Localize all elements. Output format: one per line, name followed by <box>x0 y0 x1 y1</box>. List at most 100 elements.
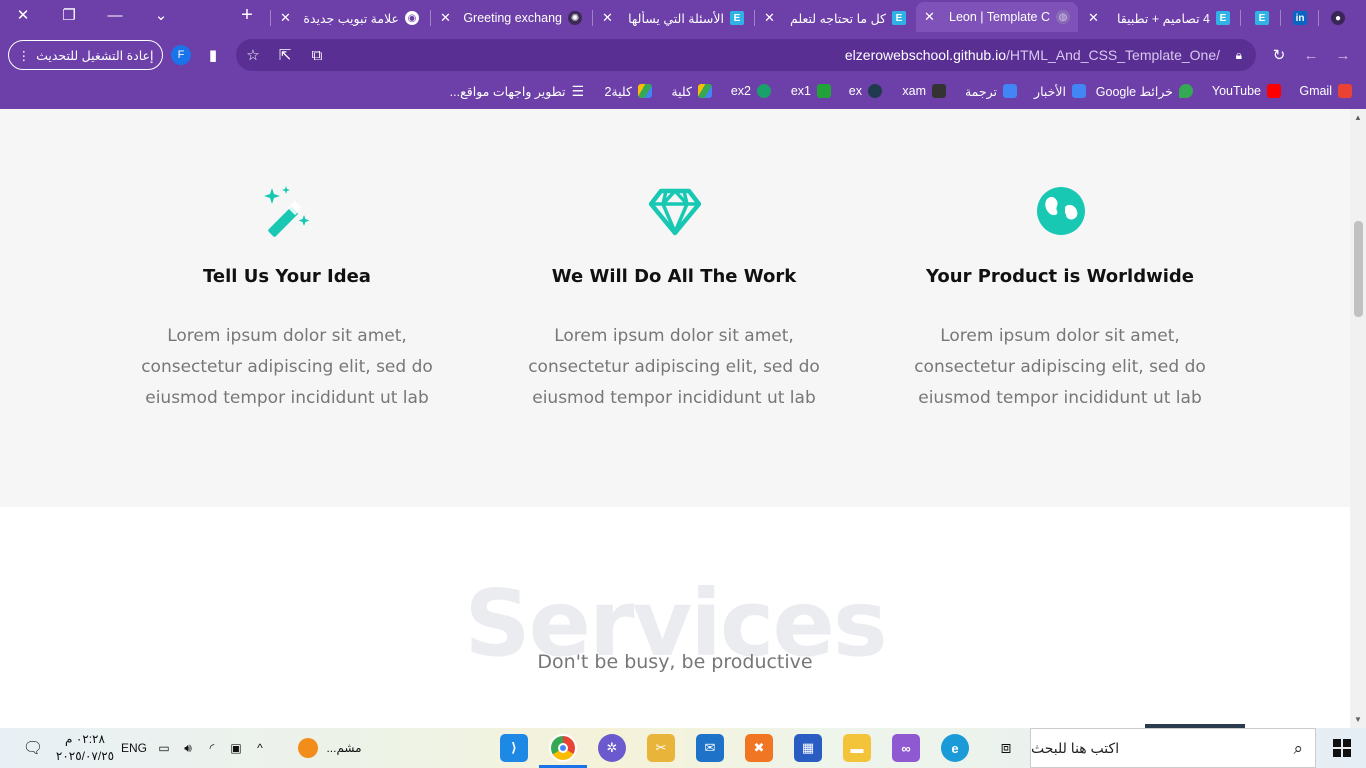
lock-icon[interactable]: 🔒︎ <box>1236 48 1242 63</box>
elzero-icon: E <box>730 11 744 25</box>
translate-icon <box>1003 84 1017 98</box>
services-subtitle: Don't be busy, be productive <box>537 651 813 673</box>
bookmark-youtube[interactable]: YouTube <box>1212 82 1281 100</box>
back-arrow-icon[interactable]: ← <box>1300 44 1322 66</box>
weather-widget[interactable]: مشم... <box>292 728 368 768</box>
ex2-icon <box>757 84 771 98</box>
xam-icon <box>932 84 946 98</box>
side-panel-icon[interactable]: ▮ <box>202 44 224 66</box>
microsoft-store-icon[interactable]: ▦ <box>794 734 822 762</box>
tab-search-chevron-icon[interactable]: ⌄ <box>138 0 184 30</box>
file-explorer-icon[interactable]: ▬ <box>843 734 871 762</box>
notification-center-icon[interactable]: 🗨︎ <box>18 728 48 768</box>
visual-studio-icon[interactable]: ∞ <box>892 734 920 762</box>
youtube-icon <box>1267 84 1281 98</box>
tab-new-tab[interactable]: ◉ علامة تبويب جديدة ✕ <box>272 4 427 32</box>
minimize-window-icon[interactable]: — <box>92 0 138 30</box>
tab-learn[interactable]: E كل ما تحتاجه لتعلم ✕ <box>756 4 914 32</box>
profile-avatar[interactable]: F <box>171 45 191 65</box>
volume-icon[interactable]: 🔊︎ <box>178 728 198 768</box>
restore-window-icon[interactable]: ❐ <box>46 0 92 30</box>
bookmark-translate[interactable]: ترجمة <box>965 82 1017 100</box>
screen: ✕ ❐ — ⌄ + ◉ علامة تبويب جديدة ✕ ✺ Greeti… <box>0 0 1366 768</box>
tab-linkedin-pinned[interactable]: in <box>1286 4 1314 32</box>
gmail-icon <box>1338 84 1352 98</box>
url-text[interactable]: elzerowebschool.github.io/HTML_And_CSS_T… <box>845 47 1220 63</box>
scroll-down-arrow-icon[interactable]: ▼ <box>1354 715 1362 724</box>
feature-title: Tell Us Your Idea <box>203 266 371 287</box>
chrome-taskbar-icon[interactable] <box>549 734 577 762</box>
page-scrollbar[interactable]: ▲ ▼ <box>1350 109 1366 728</box>
features-section: Tell Us Your Idea Lorem ipsum dolor sit … <box>0 109 1350 507</box>
openai-icon: ✺ <box>568 11 582 25</box>
copilot-icon[interactable]: ✲ <box>598 734 626 762</box>
tab-strip: ✕ ❐ — ⌄ + ◉ علامة تبويب جديدة ✕ ✺ Greeti… <box>0 0 1366 34</box>
battery-icon[interactable]: ▭ <box>154 728 174 768</box>
close-window-icon[interactable]: ✕ <box>0 0 46 30</box>
sun-icon <box>298 738 319 758</box>
tab-elzero-pinned[interactable]: E <box>1248 4 1276 32</box>
close-tab-icon[interactable]: ✕ <box>764 10 781 26</box>
task-view-icon[interactable]: ⧈ <box>990 728 1022 768</box>
wifi-icon[interactable]: ◜ <box>202 728 222 768</box>
taskbar-search-input[interactable]: اكتب هنا للبحث ⌕ <box>1030 728 1316 768</box>
bookmark-maps[interactable]: خرائط Google <box>1096 82 1193 100</box>
bookmarks-bar: Gmail YouTube خرائط Google الأخبار ترجمة… <box>0 78 1366 104</box>
bookmark-folder-frontend[interactable]: ☰ تطوير واجهات مواقع... <box>450 82 584 100</box>
close-tab-icon[interactable]: ✕ <box>280 10 297 26</box>
drive-icon <box>698 84 712 98</box>
bookmark-college2[interactable]: كلية2 <box>604 82 652 100</box>
linkedin-icon: in <box>1293 11 1307 25</box>
tab-greeting[interactable]: ✺ Greeting exchang ✕ <box>432 4 590 32</box>
new-tab-button[interactable]: + <box>224 0 270 30</box>
bookmark-ex1[interactable]: ex1 <box>791 82 831 100</box>
language-indicator[interactable]: ENG <box>120 728 148 768</box>
vscode-icon[interactable]: ⟩ <box>500 734 528 762</box>
close-tab-icon[interactable]: ✕ <box>1088 10 1105 26</box>
mail-icon[interactable]: ✉ <box>696 734 724 762</box>
tab-designs[interactable]: E 4 تصاميم + تطبيقا ✕ <box>1080 4 1238 32</box>
bookmark-ex[interactable]: ex <box>849 82 882 100</box>
scroll-thumb[interactable] <box>1354 221 1363 317</box>
elzero-icon: E <box>1216 11 1230 25</box>
address-bar[interactable]: ☆ ⇱ ⧉ elzerowebschool.github.io/HTML_And… <box>236 39 1256 71</box>
close-tab-icon[interactable]: ✕ <box>602 10 619 26</box>
scroll-up-arrow-icon[interactable]: ▲ <box>1354 113 1362 122</box>
bookmark-xam[interactable]: xam <box>902 82 946 100</box>
ex-icon <box>868 84 882 98</box>
browser-chrome: ✕ ❐ — ⌄ + ◉ علامة تبويب جديدة ✕ ✺ Greeti… <box>0 0 1366 109</box>
list-icon: ☰ <box>571 82 584 99</box>
bookmark-college[interactable]: كلية <box>671 82 712 100</box>
relaunch-button[interactable]: إعادة التشغيل للتحديث ⋮ <box>8 40 163 70</box>
snipping-tool-icon[interactable]: ✂ <box>647 734 675 762</box>
meet-now-icon[interactable]: ▣ <box>226 728 246 768</box>
services-section: Services Don't be busy, be productive <box>0 507 1350 728</box>
news-icon <box>1072 84 1086 98</box>
tab-leon-template[interactable]: ◍ Leon | Template C ✕ <box>916 2 1078 32</box>
bookmark-gmail[interactable]: Gmail <box>1299 82 1352 100</box>
edge-icon[interactable]: e <box>941 734 969 762</box>
xampp-icon[interactable]: ✖ <box>745 734 773 762</box>
windows-start-icon[interactable] <box>1326 728 1358 768</box>
web-page: Tell Us Your Idea Lorem ipsum dolor sit … <box>0 109 1350 728</box>
feature-title: Your Product is Worldwide <box>926 266 1194 287</box>
tab-questions[interactable]: E الأسئلة التي يسألها ✕ <box>594 4 752 32</box>
close-tab-icon[interactable]: ✕ <box>440 10 457 26</box>
diamond-icon <box>649 188 701 236</box>
system-clock[interactable]: ٠٢:٢٨ م ٢٠٢٥/٠٧/٢٥ <box>52 731 118 765</box>
elzero-icon: E <box>1255 11 1269 25</box>
feature-title: We Will Do All The Work <box>551 266 797 287</box>
share-icon[interactable]: ⇱ <box>274 44 296 66</box>
tab-github-pinned[interactable]: ● <box>1324 4 1352 32</box>
show-hidden-icons-chevron-icon[interactable]: ^ <box>250 728 270 768</box>
drive-icon <box>638 84 652 98</box>
close-tab-icon[interactable]: ✕ <box>924 9 941 25</box>
bookmark-ex2[interactable]: ex2 <box>731 82 771 100</box>
globe-icon: ◍ <box>1056 10 1070 24</box>
bookmark-star-icon[interactable]: ☆ <box>242 44 264 66</box>
chrome-icon: ◉ <box>405 11 419 25</box>
bookmark-news[interactable]: الأخبار <box>1034 82 1086 100</box>
reload-icon[interactable]: ↻ <box>1268 44 1290 66</box>
forward-arrow-icon[interactable]: → <box>1332 44 1354 66</box>
translate-page-icon[interactable]: ⧉ <box>306 44 328 66</box>
